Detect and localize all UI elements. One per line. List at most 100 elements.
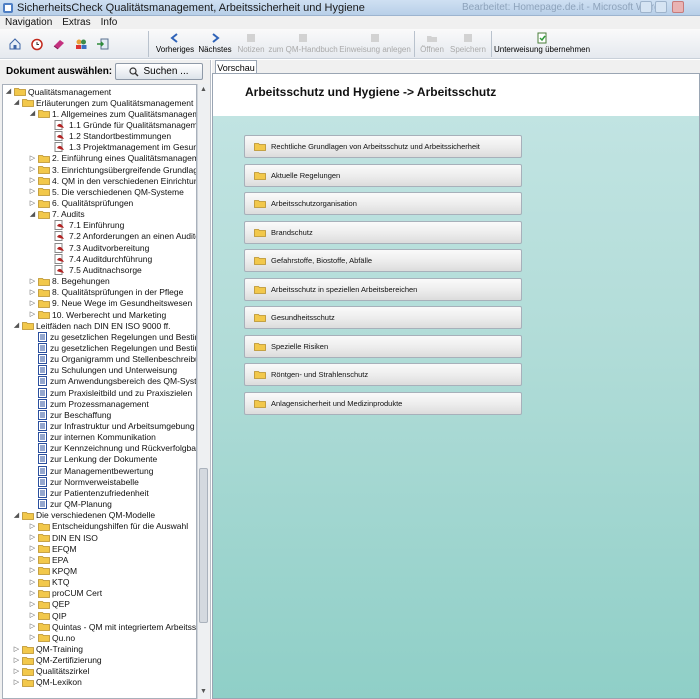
tree-document-item[interactable]: zum Anwendungsbereich des QM-Systems [29,376,196,387]
tree-folder-item[interactable]: ▷ 8. Begehungen [29,276,110,287]
expand-icon[interactable]: ▷ [13,668,20,675]
menu-navigation[interactable]: Navigation [5,17,52,28]
tree-folder-item[interactable]: ▷ EPA [29,554,69,565]
expand-icon[interactable]: ▷ [29,567,36,574]
tree-folder-item[interactable]: ▷ proCUM Cert [29,588,102,599]
tree-folder-item[interactable]: ▷ QEP [29,599,70,610]
expand-icon[interactable]: ▷ [29,523,36,530]
tree-folder-item[interactable]: ◢ 7. Audits [29,209,85,220]
expand-icon[interactable]: ▷ [29,556,36,563]
tree-folder-item[interactable]: ▷ 2. Einführung eines Qualitätsmanagement… [29,153,196,164]
expand-icon[interactable]: ▷ [29,634,36,641]
tree-document-item[interactable]: zu gesetzlichen Regelungen und Bestimmun… [29,342,196,353]
expand-icon[interactable]: ▷ [13,657,20,664]
tree-folder-item[interactable]: ◢ Qualitätsmanagement [5,86,111,97]
adopt-instruction-button[interactable]: Unterweisung übernehmen [494,31,590,57]
collapse-icon[interactable]: ◢ [29,110,36,117]
tree-document-item[interactable]: zu Schulungen und Unterweisung [29,365,177,376]
scrollbar-thumb[interactable] [199,468,208,623]
collapse-icon[interactable]: ◢ [13,512,20,519]
tree-folder-item[interactable]: ▷ 4. QM in den verschiedenen Einrichtunge… [29,175,196,186]
tree-scrollbar[interactable]: ▲ ▼ [197,84,209,699]
tree-folder-item[interactable]: ▷ 8. Qualitätsprüfungen in der Pflege [29,287,184,298]
document-tree[interactable]: ◢ Qualitätsmanagement ◢ Erläuterungen zum Q… [2,84,197,699]
tree-document-item[interactable]: zur Normverweistabelle [29,476,139,487]
tree-folder-item[interactable]: ▷ KPQM [29,565,77,576]
save-button[interactable]: Speichern [449,31,487,57]
tree-document-item[interactable]: 7.4 Auditdurchführung [45,253,152,264]
category-button[interactable]: Aktuelle Regelungen [244,163,522,187]
tree-document-item[interactable]: zur Managementbewertung [29,465,153,476]
handbook-button[interactable]: zum QM-Handbuch [268,31,338,57]
category-button[interactable]: Brandschutz [244,220,522,244]
close-icon[interactable] [672,1,684,13]
search-button[interactable]: Suchen ... [115,63,203,80]
tree-document-item[interactable]: 7.1 Einführung [45,220,124,231]
category-button[interactable]: Gesundheitsschutz [244,306,522,329]
bookmark-icon[interactable] [52,37,66,51]
expand-icon[interactable]: ▷ [29,534,36,541]
tree-document-item[interactable]: zur QM-Planung [29,499,112,510]
tree-document-item[interactable]: zur internen Kommunikation [29,432,156,443]
tree-document-item[interactable]: zur Lenkung der Dokumente [29,454,157,465]
tree-folder-item[interactable]: ▷ 3. Einrichtungsübergreifende Grundlagen [29,164,196,175]
users-icon[interactable] [74,37,88,51]
expand-icon[interactable]: ▷ [29,590,36,597]
tree-document-item[interactable]: zur Beschaffung [29,409,111,420]
expand-icon[interactable]: ▷ [29,601,36,608]
expand-icon[interactable]: ▷ [29,579,36,586]
collapse-icon[interactable]: ◢ [13,99,20,106]
expand-icon[interactable]: ▷ [29,289,36,296]
minimize-icon[interactable] [640,1,652,13]
expand-icon[interactable]: ▷ [29,545,36,552]
tree-folder-item[interactable]: ◢ 1. Allgemeines zum Qualitätsmanagement [29,108,196,119]
tree-folder-item[interactable]: ◢ Erläuterungen zum Qualitätsmanagement [13,97,194,108]
expand-icon[interactable]: ▷ [29,300,36,307]
tree-folder-item[interactable]: ▷ DIN EN ISO [29,532,98,543]
tree-folder-item[interactable]: ▷ Qualitätszirkel [13,666,90,677]
expand-icon[interactable]: ▷ [29,311,36,318]
tree-folder-item[interactable]: ▷ 10. Werberecht und Marketing [29,309,166,320]
category-button[interactable]: Gefahrstoffe, Biostoffe, Abfälle [244,249,522,272]
tree-folder-item[interactable]: ▷ Quintas - QM mit integriertem Arbeitssc… [29,621,196,632]
collapse-icon[interactable]: ◢ [29,211,36,218]
tree-folder-item[interactable]: ▷ 6. Qualitätsprüfungen [29,198,133,209]
tree-document-item[interactable]: 7.5 Auditnachsorge [45,264,142,275]
expand-icon[interactable]: ▷ [29,200,36,207]
previous-button[interactable]: Vorheriges [156,31,194,57]
tree-folder-item[interactable]: ▷ KTQ [29,577,70,588]
tree-folder-item[interactable]: ▷ 5. Die verschiedenen QM-Systeme [29,186,184,197]
tree-folder-item[interactable]: ▷ QM-Zertifizierung [13,655,102,666]
menu-extras[interactable]: Extras [62,17,90,28]
tree-document-item[interactable]: zum Praxisleitbild und zu Praxiszielen [29,387,192,398]
tree-folder-item[interactable]: ▷ EFQM [29,543,77,554]
menu-info[interactable]: Info [101,17,118,28]
expand-icon[interactable]: ▷ [29,278,36,285]
exit-icon[interactable] [96,37,110,51]
expand-icon[interactable]: ▷ [29,623,36,630]
expand-icon[interactable]: ▷ [29,177,36,184]
category-button[interactable]: Anlagensicherheit und Medizinprodukte [244,391,522,415]
tree-document-item[interactable]: 7.3 Auditvorbereitung [45,242,149,253]
category-button[interactable]: Rechtliche Grundlagen von Arbeitsschutz … [244,135,522,158]
scroll-up-icon[interactable]: ▲ [199,85,208,94]
category-button[interactable]: Arbeitsschutzorganisation [244,192,522,215]
maximize-icon[interactable] [655,1,667,13]
expand-icon[interactable]: ▷ [29,166,36,173]
tree-document-item[interactable]: zur Infrastruktur und Arbeitsumgebung [29,421,195,432]
expand-icon[interactable]: ▷ [29,188,36,195]
expand-icon[interactable]: ▷ [13,646,20,653]
expand-icon[interactable]: ▷ [29,612,36,619]
tree-folder-item[interactable]: ▷ 9. Neue Wege im Gesundheitswesen [29,298,192,309]
tree-document-item[interactable]: zur Patientenzufriedenheit [29,487,149,498]
tree-folder-item[interactable]: ◢ Die verschiedenen QM-Modelle [13,510,155,521]
tab-preview[interactable]: Vorschau [215,60,257,74]
collapse-icon[interactable]: ◢ [13,322,20,329]
expand-icon[interactable]: ▷ [29,155,36,162]
tree-document-item[interactable]: 7.2 Anforderungen an einen Auditor [45,231,196,242]
tree-folder-item[interactable]: ▷ Qu.no [29,632,75,643]
next-button[interactable]: Nächstes [197,31,233,57]
tree-document-item[interactable]: zu gesetzlichen Regelungen und Bestimmun… [29,331,196,342]
tree-folder-item[interactable]: ▷ QIP [29,610,67,621]
tree-document-item[interactable]: zum Prozessmanagement [29,398,149,409]
